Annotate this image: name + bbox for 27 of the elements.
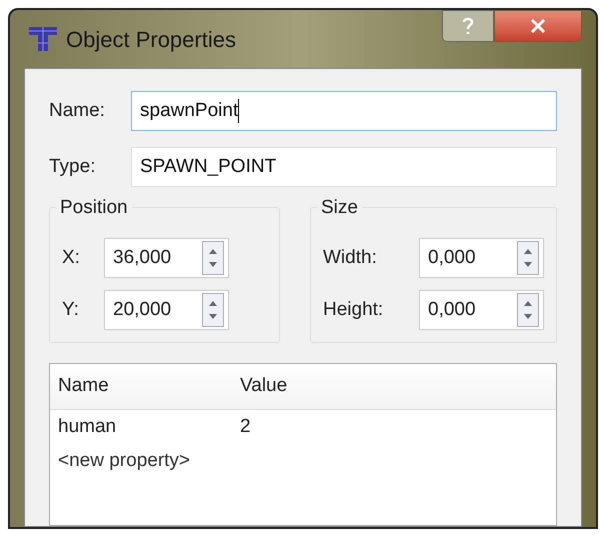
up-down-arrows-icon[interactable] — [517, 293, 539, 327]
up-down-arrows-icon[interactable] — [517, 241, 539, 275]
field-label: Type: — [49, 154, 96, 179]
close-button[interactable] — [494, 10, 582, 42]
up-down-arrows-icon[interactable] — [202, 293, 224, 327]
spinner-label: Width: — [323, 246, 378, 270]
number-spinner[interactable]: 36,000 — [104, 238, 229, 278]
close-icon — [530, 19, 546, 33]
up-down-arrows-icon[interactable] — [202, 241, 224, 275]
spinner-label: Y: — [62, 298, 80, 322]
table-cell-text: human — [57, 414, 118, 439]
table-cell-text: 2 — [239, 414, 251, 439]
help-button[interactable] — [442, 10, 494, 42]
number-spinner[interactable]: 0,000 — [419, 238, 544, 278]
spinner-label: Height: — [323, 298, 384, 322]
number-spinner[interactable]: 20,000 — [104, 290, 229, 330]
text-field[interactable]: spawnPoint — [131, 91, 557, 131]
new-property-item[interactable]: <new property> — [50, 446, 190, 476]
column-header[interactable]: Value — [236, 372, 288, 401]
window-title: Object Properties — [66, 26, 237, 54]
spinner-label: X: — [62, 246, 81, 270]
text-field[interactable]: SPAWN_POINT — [131, 147, 557, 187]
app-icon — [28, 25, 58, 53]
help-icon — [462, 17, 474, 35]
column-header[interactable]: Name — [50, 372, 236, 401]
field-label: Name: — [49, 98, 106, 123]
number-spinner[interactable]: 0,000 — [419, 290, 544, 330]
